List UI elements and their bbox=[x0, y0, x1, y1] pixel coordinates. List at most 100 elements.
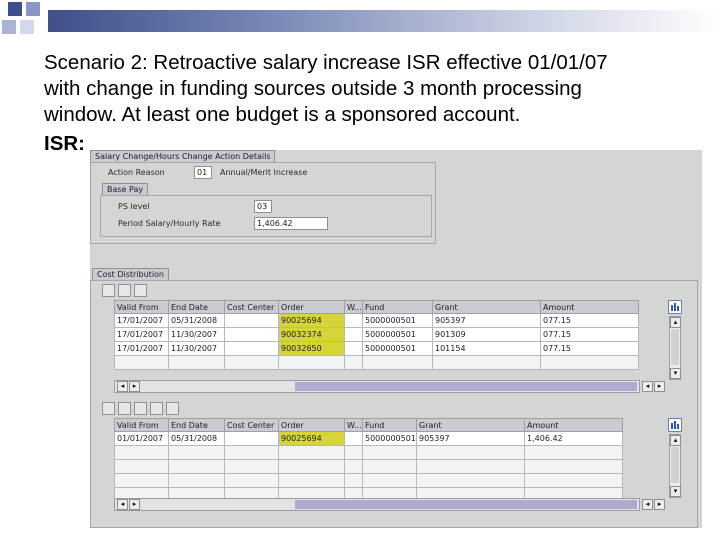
table2-toolbar-button[interactable] bbox=[102, 402, 115, 415]
cell[interactable]: 077.15 bbox=[540, 327, 639, 342]
scroll-right-button[interactable]: ▸ bbox=[129, 381, 140, 392]
col-header[interactable]: End Date bbox=[168, 418, 225, 432]
cell[interactable] bbox=[344, 313, 363, 328]
cell[interactable]: 90032650 bbox=[278, 341, 345, 356]
table1-settings-icon[interactable] bbox=[668, 300, 682, 314]
col-header[interactable]: Cost Center bbox=[224, 300, 279, 314]
col-header[interactable]: End Date bbox=[168, 300, 225, 314]
decor-square bbox=[20, 20, 34, 34]
table1-toolbar-button[interactable] bbox=[134, 284, 147, 297]
cell[interactable]: 5000000501 bbox=[362, 341, 433, 356]
table-row[interactable]: 17/01/2007 05/31/2008 90025694 500000050… bbox=[114, 313, 639, 328]
scroll-thumb[interactable] bbox=[295, 382, 637, 391]
scroll-left-button[interactable]: ◂ bbox=[117, 381, 128, 392]
col-header[interactable]: Order bbox=[278, 300, 345, 314]
scroll-up-button[interactable]: ▴ bbox=[670, 317, 681, 328]
cost-distribution-tab[interactable]: Cost Distribution bbox=[92, 268, 169, 280]
cell[interactable] bbox=[344, 327, 363, 342]
cell[interactable]: 05/31/2008 bbox=[168, 431, 225, 446]
col-header[interactable]: Grant bbox=[416, 418, 525, 432]
table1-horizontal-scrollbar[interactable]: ◂ ▸ bbox=[114, 380, 640, 393]
col-header[interactable]: Amount bbox=[540, 300, 639, 314]
table2-horizontal-scrollbar[interactable]: ◂ ▸ bbox=[114, 498, 640, 511]
scroll-right-button[interactable]: ▸ bbox=[654, 381, 665, 392]
ps-level-field[interactable]: 03 bbox=[254, 200, 272, 213]
col-header[interactable]: Amount bbox=[524, 418, 623, 432]
cell[interactable] bbox=[224, 341, 279, 356]
scroll-right-button[interactable]: ▸ bbox=[129, 499, 140, 510]
cell[interactable]: 077.15 bbox=[540, 341, 639, 356]
table2-toolbar-button[interactable] bbox=[118, 402, 131, 415]
heading-line: with change in funding sources outside 3… bbox=[44, 77, 582, 100]
table-header-row: Valid From End Date Cost Center Order W.… bbox=[114, 300, 639, 314]
cell[interactable]: 05/31/2008 bbox=[168, 313, 225, 328]
cell[interactable]: 90025694 bbox=[278, 431, 345, 446]
cell[interactable] bbox=[344, 431, 363, 446]
cell[interactable]: 90032374 bbox=[278, 327, 345, 342]
col-header[interactable]: Fund bbox=[362, 300, 433, 314]
scroll-left-button[interactable]: ◂ bbox=[117, 499, 128, 510]
cell[interactable]: 901309 bbox=[432, 327, 541, 342]
cell[interactable]: 11/30/2007 bbox=[168, 327, 225, 342]
col-header[interactable]: W... bbox=[344, 300, 363, 314]
table1-vertical-scrollbar[interactable]: ▴ ▾ bbox=[669, 316, 681, 380]
table-row[interactable]: 01/01/2007 05/31/2008 90025694 500000050… bbox=[114, 431, 623, 446]
table2-toolbar-button[interactable] bbox=[166, 402, 179, 415]
table-row-empty bbox=[114, 355, 639, 370]
table1-toolbar-button[interactable] bbox=[118, 284, 131, 297]
heading-line: Scenario 2: Retroactive salary increase … bbox=[44, 51, 608, 74]
cell[interactable] bbox=[224, 431, 279, 446]
cell[interactable]: 905397 bbox=[416, 431, 525, 446]
table2-vertical-scrollbar[interactable]: ▴ ▾ bbox=[669, 434, 681, 498]
cell[interactable]: 17/01/2007 bbox=[114, 327, 169, 342]
scroll-thumb[interactable] bbox=[671, 329, 679, 365]
cost-table-2: Valid From End Date Cost Center Order W.… bbox=[114, 418, 623, 502]
table2-toolbar-button[interactable] bbox=[134, 402, 147, 415]
action-reason-code-field[interactable]: 01 bbox=[194, 166, 212, 179]
cell[interactable]: 5000000501 bbox=[362, 313, 433, 328]
table2-toolbar-button[interactable] bbox=[150, 402, 163, 415]
col-header[interactable]: Valid From bbox=[114, 418, 169, 432]
scroll-right-button[interactable]: ▸ bbox=[654, 499, 665, 510]
scroll-left-button[interactable]: ◂ bbox=[642, 499, 653, 510]
table-row-empty bbox=[114, 473, 623, 488]
cell[interactable]: 905397 bbox=[432, 313, 541, 328]
scroll-up-button[interactable]: ▴ bbox=[670, 435, 681, 446]
col-header[interactable]: Valid From bbox=[114, 300, 169, 314]
col-header[interactable]: Grant bbox=[432, 300, 541, 314]
cell[interactable]: 5000000501 bbox=[362, 431, 417, 446]
period-salary-field[interactable]: 1,406.42 bbox=[254, 217, 328, 230]
col-header[interactable]: Cost Center bbox=[224, 418, 279, 432]
scroll-left-button[interactable]: ◂ bbox=[642, 381, 653, 392]
cell[interactable]: 90025694 bbox=[278, 313, 345, 328]
table-row-empty bbox=[114, 445, 623, 460]
col-header[interactable]: Fund bbox=[362, 418, 417, 432]
cell[interactable]: 077.15 bbox=[540, 313, 639, 328]
table2-settings-icon[interactable] bbox=[668, 418, 682, 432]
cell[interactable]: 17/01/2007 bbox=[114, 313, 169, 328]
cell[interactable] bbox=[224, 327, 279, 342]
cell[interactable]: 11/30/2007 bbox=[168, 341, 225, 356]
table-row[interactable]: 17/01/2007 11/30/2007 90032374 500000050… bbox=[114, 327, 639, 342]
col-header[interactable]: W... bbox=[344, 418, 363, 432]
period-salary-label: Period Salary/Hourly Rate bbox=[118, 219, 221, 228]
cell[interactable]: 5000000501 bbox=[362, 327, 433, 342]
scroll-thumb[interactable] bbox=[295, 500, 637, 509]
col-header[interactable]: Order bbox=[278, 418, 345, 432]
scroll-down-button[interactable]: ▾ bbox=[670, 368, 681, 379]
cell[interactable]: 1,406.42 bbox=[524, 431, 623, 446]
base-pay-tab[interactable]: Base Pay bbox=[102, 183, 149, 195]
scroll-down-button[interactable]: ▾ bbox=[670, 486, 681, 497]
cell[interactable]: 17/01/2007 bbox=[114, 341, 169, 356]
table-row-empty bbox=[114, 459, 623, 474]
cell[interactable] bbox=[224, 313, 279, 328]
sap-screen: Salary Change/Hours Change Action Detail… bbox=[90, 150, 702, 528]
salary-details-tab[interactable]: Salary Change/Hours Change Action Detail… bbox=[90, 150, 276, 162]
cell[interactable]: 01/01/2007 bbox=[114, 431, 169, 446]
table1-toolbar-button[interactable] bbox=[102, 284, 115, 297]
cell[interactable] bbox=[344, 341, 363, 356]
table-row[interactable]: 17/01/2007 11/30/2007 90032650 500000050… bbox=[114, 341, 639, 356]
cell[interactable]: 101154 bbox=[432, 341, 541, 356]
decor-square bbox=[8, 2, 22, 16]
scroll-thumb[interactable] bbox=[671, 447, 679, 483]
